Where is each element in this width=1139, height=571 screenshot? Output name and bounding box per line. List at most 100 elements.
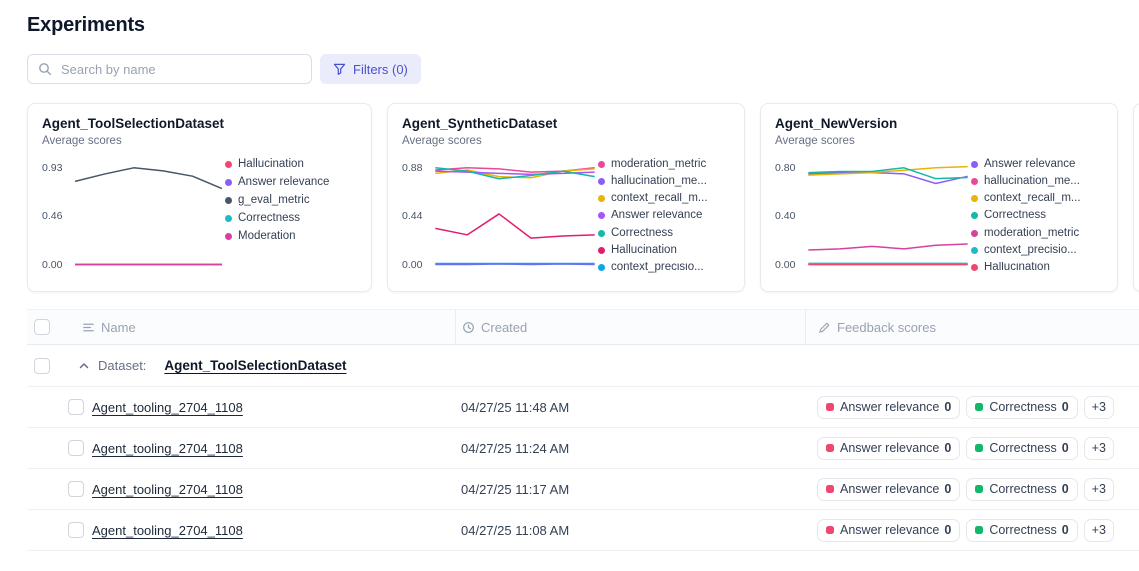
more-scores-chip[interactable]: +3 — [1083, 395, 1114, 419]
page-title: Experiments — [27, 14, 145, 36]
score-color-dot — [826, 485, 834, 493]
feedback-score-chip[interactable]: Answer relevance 0 — [817, 477, 961, 501]
feedback-score-chip[interactable]: Correctness 0 — [966, 395, 1078, 419]
legend-dot-icon — [225, 233, 232, 240]
legend-item[interactable]: hallucination_me... — [971, 175, 1103, 187]
score-label: Correctness — [989, 400, 1057, 414]
feedback-score-chip[interactable]: Answer relevance 0 — [817, 436, 961, 460]
legend-item[interactable]: context_recall_m... — [971, 193, 1103, 205]
dataset-group-row[interactable]: Dataset: Agent_ToolSelectionDataset — [27, 345, 1139, 387]
dataset-card[interactable]: Agent_NewVersion Average scores 0.80 0.40… — [760, 103, 1118, 292]
feedback-score-chip[interactable]: Correctness 0 — [966, 518, 1078, 542]
experiments-table: Name Created Feedback scores Dataset: Ag… — [27, 309, 1139, 551]
legend-item[interactable]: moderation_metric — [971, 227, 1103, 239]
legend-dot-icon — [225, 179, 232, 186]
header-feedback-cell[interactable]: Feedback scores — [805, 310, 1139, 344]
funnel-icon — [333, 63, 346, 76]
legend-item[interactable]: context_recall_m... — [598, 193, 730, 205]
legend-label: Answer relevance — [238, 176, 330, 188]
group-dataset-link[interactable]: Agent_ToolSelectionDataset — [164, 358, 346, 373]
y-tick-label: 0.88 — [402, 161, 423, 174]
header-name-cell[interactable]: Name — [27, 310, 455, 344]
legend-dot-icon — [598, 195, 605, 203]
collapse-group-button[interactable] — [78, 360, 90, 372]
legend-item[interactable]: g_eval_metric — [225, 194, 357, 207]
score-value: 0 — [944, 482, 952, 496]
table-row[interactable]: Agent_tooling_2704_1108 04/27/25 11:08 A… — [27, 510, 1139, 551]
pencil-icon — [818, 321, 831, 334]
legend-label: context_precisio... — [611, 261, 704, 274]
table-header: Name Created Feedback scores — [27, 309, 1139, 345]
created-cell: 04/27/25 11:17 AM — [455, 482, 805, 497]
legend-dot-icon — [225, 197, 232, 204]
feedback-score-chip[interactable]: Correctness 0 — [966, 436, 1078, 460]
y-tick-label: 0.46 — [42, 210, 63, 223]
search-icon — [38, 62, 52, 76]
feedback-score-chip[interactable]: Answer relevance 0 — [817, 518, 961, 542]
select-all-checkbox[interactable] — [34, 319, 50, 335]
legend-item[interactable]: Hallucination — [971, 262, 1103, 274]
legend-dot-icon — [598, 212, 605, 220]
legend-item[interactable]: Hallucination — [225, 158, 357, 171]
feedback-score-chip[interactable]: Correctness 0 — [966, 477, 1078, 501]
legend-item[interactable]: Correctness — [598, 227, 730, 239]
header-created-cell[interactable]: Created — [455, 310, 805, 344]
legend-label: hallucination_me... — [611, 175, 707, 187]
score-label: Answer relevance — [840, 523, 940, 537]
legend-label: Hallucination — [611, 244, 677, 257]
experiment-name-link[interactable]: Agent_tooling_2704_1108 — [92, 441, 243, 456]
experiment-name-link[interactable]: Agent_tooling_2704_1108 — [92, 400, 243, 415]
score-value: 0 — [944, 523, 952, 537]
legend-dot-icon — [971, 212, 978, 220]
table-row[interactable]: Agent_tooling_2704_1108 04/27/25 11:17 A… — [27, 469, 1139, 510]
more-scores-chip[interactable]: +3 — [1083, 518, 1114, 542]
feedback-cell: Answer relevance 0 Correctness 0 +3 — [805, 477, 1139, 501]
legend-item[interactable]: Hallucination — [598, 244, 730, 256]
chart-legend: Answer relevance hallucination_me...conte… — [971, 156, 1103, 274]
score-label: Correctness — [989, 441, 1057, 455]
row-checkbox[interactable] — [68, 522, 84, 538]
dataset-card[interactable]: Agent_ToolSelectionDataset Average score… — [27, 103, 372, 292]
legend-label: context_recall_m... — [984, 192, 1081, 205]
legend-item[interactable]: context_precisio... — [598, 262, 730, 274]
legend-dot-icon — [971, 264, 978, 272]
experiment-name-link[interactable]: Agent_tooling_2704_1108 — [92, 482, 243, 497]
legend-dot-icon — [225, 161, 232, 168]
legend-item[interactable]: Answer relevance — [225, 176, 357, 189]
score-value: 0 — [1061, 482, 1069, 496]
more-scores-chip[interactable]: +3 — [1083, 436, 1114, 460]
legend-item[interactable]: Answer relevance — [598, 210, 730, 222]
legend-dot-icon — [598, 247, 605, 255]
legend-item[interactable]: hallucination_me... — [598, 175, 730, 187]
search-input-wrapper[interactable] — [27, 54, 312, 84]
dataset-card[interactable]: Agent_SyntheticDataset Average scores 0.… — [387, 103, 745, 292]
feedback-score-chip[interactable]: Answer relevance 0 — [817, 395, 961, 419]
more-scores-chip[interactable]: +3 — [1083, 477, 1114, 501]
legend-label: g_eval_metric — [238, 194, 310, 206]
filters-button[interactable]: Filters (0) — [320, 54, 421, 84]
row-checkbox[interactable] — [68, 440, 84, 456]
score-label: Answer relevance — [840, 482, 940, 496]
legend-item[interactable]: Answer relevance — [971, 158, 1103, 170]
legend-item[interactable]: context_precisio... — [971, 244, 1103, 256]
legend-item[interactable]: Correctness — [225, 212, 357, 225]
row-checkbox[interactable] — [68, 481, 84, 497]
created-cell: 04/27/25 11:48 AM — [455, 400, 805, 415]
legend-item[interactable]: Moderation — [225, 230, 357, 243]
dataset-card-subtitle: Average scores — [775, 135, 855, 147]
score-color-dot — [975, 444, 984, 452]
group-checkbox[interactable] — [34, 357, 50, 374]
row-checkbox[interactable] — [68, 399, 84, 415]
legend-item[interactable]: moderation_metric — [598, 158, 730, 170]
search-input[interactable] — [59, 60, 301, 78]
table-row[interactable]: Agent_tooling_2704_1108 04/27/25 11:24 A… — [27, 428, 1139, 469]
created-cell-text: 04/27/25 11:08 AM — [461, 522, 570, 538]
experiment-name-link[interactable]: Agent_tooling_2704_1108 — [92, 523, 243, 538]
dataset-cards-row: Agent_ToolSelectionDataset Average score… — [27, 103, 1139, 292]
legend-item[interactable]: Correctness — [971, 210, 1103, 222]
table-row[interactable]: Agent_tooling_2704_1108 04/27/25 11:48 A… — [27, 387, 1139, 428]
dataset-card[interactable] — [1133, 103, 1139, 292]
dataset-card-title: Agent_ToolSelectionDataset — [42, 116, 225, 131]
dataset-card-title: Agent_NewVersion — [775, 116, 898, 131]
line-chart — [805, 156, 971, 274]
